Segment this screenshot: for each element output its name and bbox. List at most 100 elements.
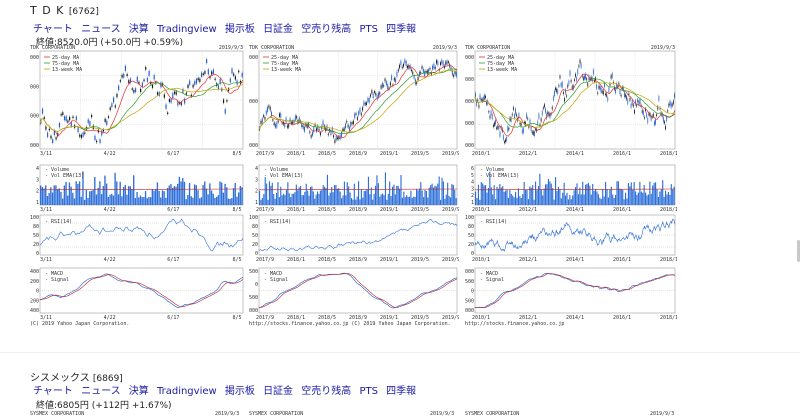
chart-date-1: 2019/9/3 <box>215 411 240 417</box>
link-shikiho[interactable]: 四季報 <box>386 24 416 35</box>
link-jsf[interactable]: 日証金 <box>263 24 293 35</box>
volume-bar <box>285 189 288 205</box>
candle <box>526 113 528 118</box>
candle <box>288 124 290 128</box>
x-label: 6/17 <box>167 315 179 321</box>
volume-bar <box>183 181 186 205</box>
candle <box>302 125 304 130</box>
volume-bar <box>192 197 194 205</box>
candle <box>272 119 274 121</box>
candle <box>175 91 177 95</box>
candle <box>488 110 490 113</box>
link-shikiho[interactable]: 四季報 <box>386 386 416 397</box>
volume-bar <box>328 195 330 205</box>
candle <box>494 122 495 126</box>
volume-legend: - Vol EMA(13) <box>480 173 519 179</box>
volume-bar <box>380 194 382 205</box>
candle <box>605 93 606 96</box>
chart-panel-2[interactable]: TDK CORPORATION 2019/9/3 25-day MA 75-day M… <box>243 44 460 327</box>
link-board[interactable]: 掲示板 <box>225 386 255 397</box>
candle <box>389 82 391 86</box>
link-short-balance[interactable]: 空売り残高 <box>301 24 351 35</box>
candle <box>79 134 81 137</box>
link-tradingview[interactable]: Tradingview <box>157 386 217 397</box>
volume-tick: 6 <box>471 166 474 172</box>
link-news[interactable]: ニュース <box>81 386 121 397</box>
x-label: 2016/1 <box>613 151 631 157</box>
candle <box>634 110 635 114</box>
link-news[interactable]: ニュース <box>81 24 121 35</box>
volume-bar <box>404 197 406 205</box>
candle <box>412 71 414 75</box>
volume-bar <box>620 188 622 205</box>
link-board[interactable]: 掲示板 <box>225 24 255 35</box>
volume-bar <box>315 194 317 205</box>
candle <box>350 121 352 127</box>
volume-bar <box>224 183 226 205</box>
volume-bar <box>177 183 179 205</box>
candle <box>397 69 399 72</box>
volume-bar <box>335 185 337 205</box>
candle <box>479 94 481 100</box>
volume-bar <box>617 181 619 205</box>
chart-panel-1[interactable]: TDK CORPORATION 2019/9/3 25-day MA 75-day M… <box>24 44 245 327</box>
volume-bar <box>356 196 358 205</box>
price-tick: 9000 <box>30 84 39 90</box>
link-pts[interactable]: PTS <box>359 24 378 35</box>
volume-bar <box>563 182 565 205</box>
volume-bar <box>590 194 592 205</box>
candle <box>370 94 372 97</box>
link-chart[interactable]: チャート <box>33 24 73 35</box>
volume-bar <box>639 181 641 205</box>
candle <box>505 139 506 143</box>
volume-bar <box>497 188 499 205</box>
volume-bar <box>67 195 69 205</box>
link-earnings[interactable]: 決算 <box>129 24 149 35</box>
candle <box>278 113 280 117</box>
volume-bar <box>151 189 154 205</box>
volume-bar <box>53 185 55 205</box>
x-label: 3/11 <box>40 257 52 263</box>
link-short-balance[interactable]: 空売り残高 <box>301 386 351 397</box>
volume-bar <box>420 182 422 205</box>
volume-bar <box>649 181 651 205</box>
volume-bar <box>483 185 485 205</box>
candle <box>133 89 135 93</box>
candle <box>63 116 66 121</box>
candle <box>347 124 349 128</box>
volume-bar <box>352 199 354 205</box>
volume-bar <box>550 183 552 205</box>
candle <box>516 114 518 117</box>
candle <box>586 78 588 81</box>
volume-bar <box>284 195 286 205</box>
x-label: 3/11 <box>40 207 52 213</box>
volume-bar <box>659 191 661 205</box>
link-tradingview[interactable]: Tradingview <box>157 24 217 35</box>
macd-tick: 500 <box>465 279 474 285</box>
x-label: 2012/1 <box>519 151 537 157</box>
candle <box>668 103 670 107</box>
volume-bar <box>599 197 601 205</box>
link-chart[interactable]: チャート <box>33 386 73 397</box>
volume-bar <box>399 188 401 205</box>
candle <box>187 84 189 88</box>
volume-bar <box>667 191 669 205</box>
volume-bar <box>105 183 108 205</box>
volume-bar <box>655 182 657 205</box>
x-label: 2010/1 <box>472 151 490 157</box>
candle <box>570 80 572 83</box>
volume-bar <box>197 190 199 205</box>
link-jsf[interactable]: 日証金 <box>263 386 293 397</box>
volume-bar <box>596 191 598 205</box>
candle <box>496 127 498 129</box>
candle <box>547 111 549 114</box>
link-earnings[interactable]: 決算 <box>129 386 149 397</box>
candle <box>590 76 592 80</box>
volume-bar <box>290 197 292 205</box>
link-pts[interactable]: PTS <box>359 386 378 397</box>
volume-bar <box>565 195 567 205</box>
volume-bar <box>107 196 110 205</box>
chart-panel-3[interactable]: TDK CORPORATION 2019/9/3 25-day MA 75-day M… <box>459 44 678 327</box>
volume-bar <box>394 194 396 205</box>
volume-bar <box>144 191 147 205</box>
